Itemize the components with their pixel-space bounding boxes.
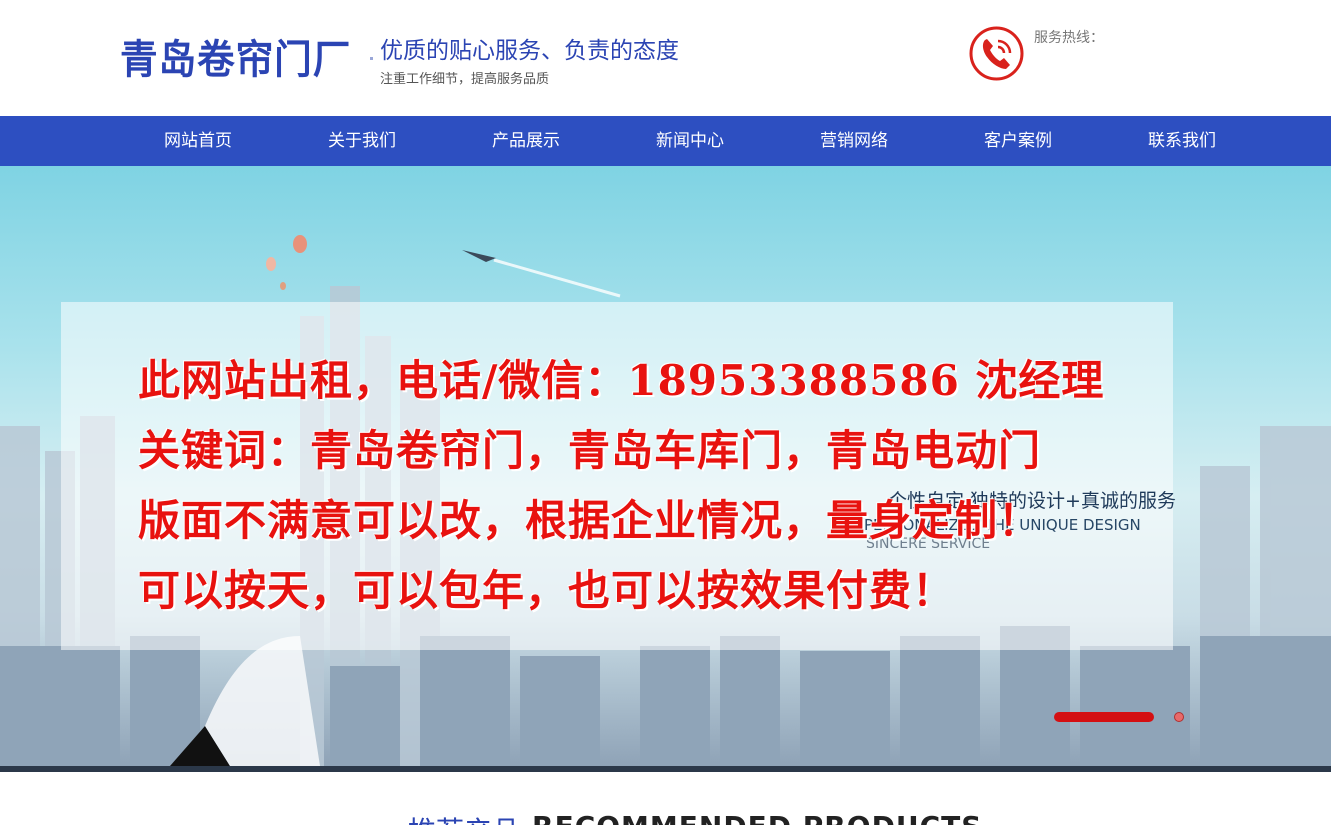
- site-logo[interactable]: 青岛卷帘门厂: [120, 27, 351, 85]
- nav-item-about[interactable]: 关于我们: [302, 116, 422, 166]
- nav-item-products[interactable]: 产品展示: [466, 116, 586, 166]
- hero-banner[interactable]: 个性自定 独特的设计+真诚的服务 PERSONALIZED THE UNIQUE…: [0, 166, 1331, 766]
- promo-line-rent: 此网站出租，电话/微信：18953388586 沈经理: [138, 356, 1105, 405]
- logo-divider: [370, 57, 373, 60]
- promo-line-custom: 版面不满意可以改，根据企业情况，量身定制！: [138, 496, 1042, 545]
- phone-icon: [969, 26, 1024, 81]
- slogan: 优质的贴心服务、负责的态度: [380, 38, 679, 64]
- hotline-label: 服务热线：: [1034, 30, 1104, 46]
- promo-line-keywords: 关键词：青岛卷帘门，青岛车库门，青岛电动门: [138, 426, 1042, 475]
- site-header: 青岛卷帘门厂 优质的贴心服务、负责的态度 注重工作细节，提高服务品质 服务热线：: [0, 0, 1331, 116]
- nav-item-news[interactable]: 新闻中心: [630, 116, 750, 166]
- main-nav: 网站首页 关于我们 产品展示 新闻中心 营销网络 客户案例 联系我们: [0, 116, 1331, 166]
- nav-item-home[interactable]: 网站首页: [138, 116, 258, 166]
- nav-item-network[interactable]: 营销网络: [794, 116, 914, 166]
- nav-item-cases[interactable]: 客户案例: [958, 116, 1078, 166]
- slider-indicator-active[interactable]: [1054, 712, 1154, 722]
- banner-bottom-border: [0, 766, 1331, 772]
- slider-indicator[interactable]: [1174, 712, 1184, 722]
- sub-slogan: 注重工作细节，提高服务品质: [380, 72, 550, 87]
- section-title-en: RECOMMENDED PRODUCTS: [532, 810, 982, 825]
- nav-item-contact[interactable]: 联系我们: [1122, 116, 1242, 166]
- promo-line-pricing: 可以按天，可以包年，也可以按效果付费！: [138, 566, 956, 615]
- section-title: 推荐产品 RECOMMENDED PRODUCTS: [408, 810, 982, 825]
- section-title-cn: 推荐产品: [408, 815, 520, 825]
